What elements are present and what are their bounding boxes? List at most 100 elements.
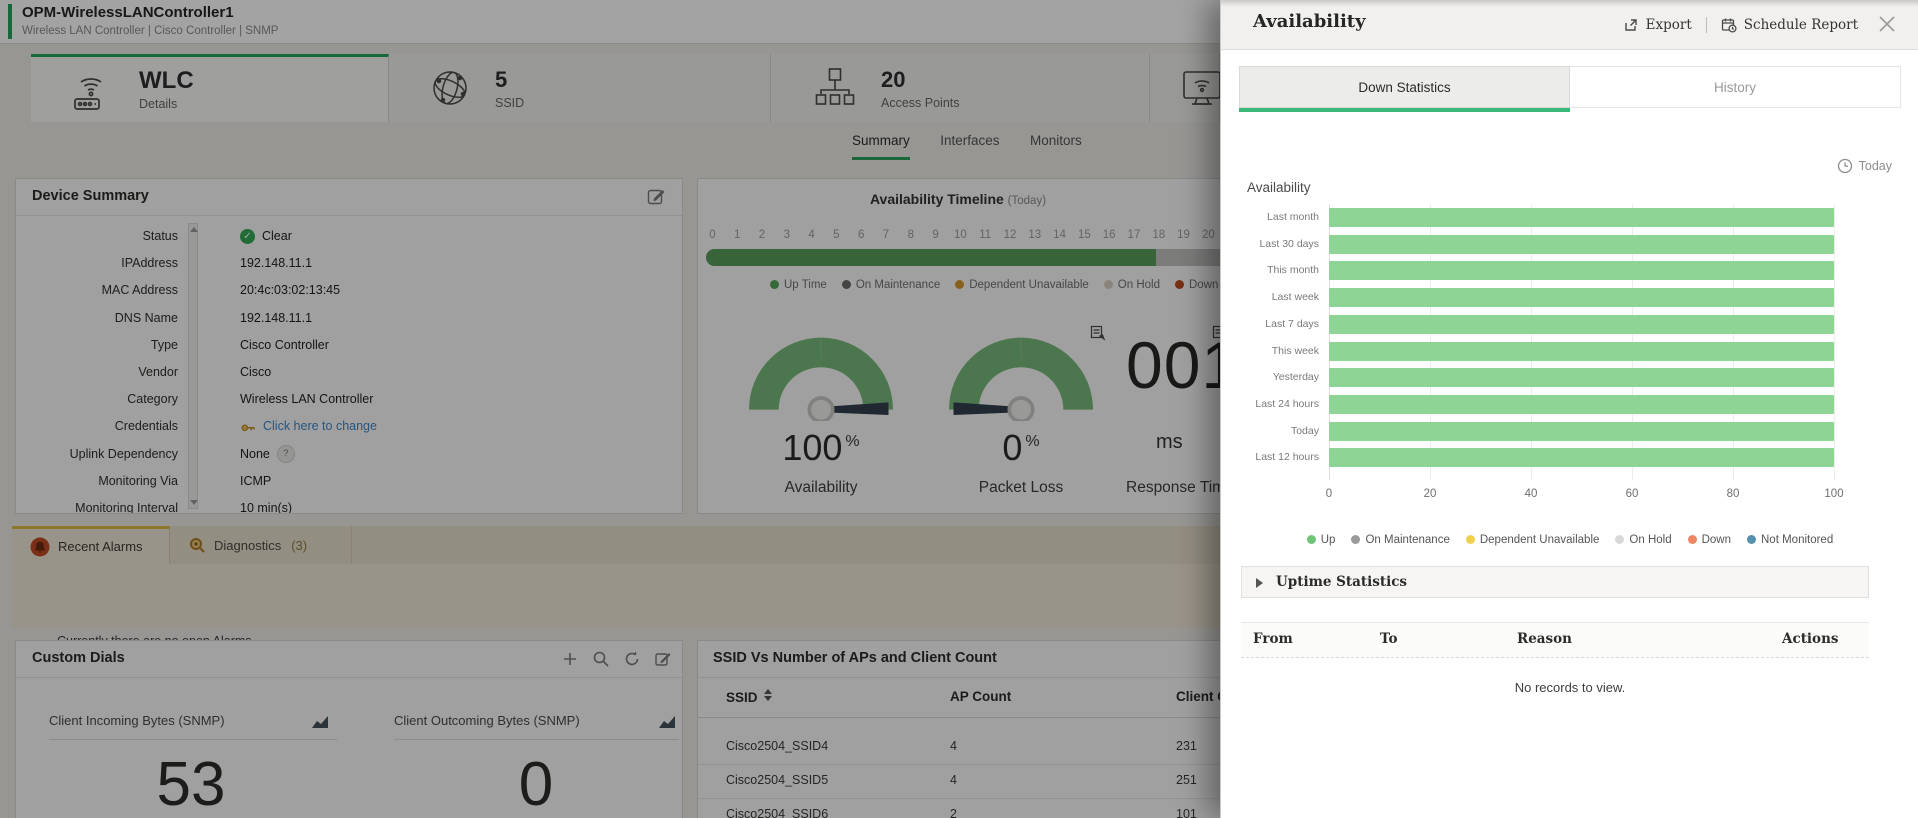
availability-bar (1329, 208, 1834, 227)
tab-down-statistics[interactable]: Down Statistics (1239, 66, 1570, 108)
scroll-up-icon[interactable] (190, 227, 198, 232)
legend-dot (1175, 280, 1184, 289)
chart-row: Today (1221, 418, 1918, 445)
legend-dot (1307, 535, 1316, 544)
device-tab-value: 20 (881, 67, 960, 93)
scroll-down-icon[interactable] (190, 500, 198, 505)
table-cell: Cisco2504_SSID5 (726, 773, 828, 787)
device-tab-wlc-details[interactable]: WLC Details (31, 54, 389, 122)
device-summary-row: VendorCisco (16, 359, 682, 386)
x-tick-label: 60 (1612, 488, 1652, 500)
field-label: Status (16, 223, 178, 250)
legend-dot (1466, 535, 1475, 544)
legend-dot (1747, 535, 1756, 544)
column-ssid[interactable]: SSID (726, 689, 772, 705)
tab-monitors[interactable]: Monitors (1030, 133, 1082, 157)
device-snapshot-page: OPM-WirelessLANController1 Wireless LAN … (0, 0, 1220, 818)
export-button[interactable]: Export (1623, 17, 1692, 33)
clock-icon (1837, 158, 1853, 174)
field-value: Cisco Controller (240, 332, 329, 359)
legend-label: Not Monitored (1761, 534, 1833, 546)
legend-dot (1351, 535, 1360, 544)
device-summary-row: MAC Address20:4c:03:02:13:45 (16, 277, 682, 304)
availability-bar (1329, 368, 1834, 387)
device-summary-header: Device Summary (16, 179, 682, 216)
device-tab-value: WLC (139, 68, 194, 94)
column-header: To (1380, 631, 1398, 647)
legend-label: On Maintenance (856, 279, 940, 291)
edit-dial-icon[interactable] (654, 650, 672, 668)
search-icon[interactable] (592, 650, 610, 668)
device-summary-title: Device Summary (32, 188, 149, 204)
schedule-report-button[interactable]: Schedule Report (1721, 17, 1858, 33)
field-label: Monitoring Via (16, 468, 178, 495)
device-tab-value: 5 (495, 67, 524, 93)
legend-item: On Hold (1615, 534, 1671, 546)
field-label: Uplink Dependency (16, 441, 178, 468)
field-value: ✓Clear (240, 223, 292, 250)
dial-label: Client Outcoming Bytes (SNMP) (394, 713, 580, 728)
column-ap-count: AP Count (950, 689, 1011, 704)
field-value: Wireless LAN Controller (240, 386, 373, 413)
timeline-hour-label: 2 (750, 229, 775, 241)
legend-item: Up (1307, 534, 1336, 546)
timeline-hour-label: 17 (1122, 229, 1147, 241)
device-summary-row: Status ✓Clear (16, 223, 682, 250)
period-selector[interactable]: Today (1837, 158, 1892, 174)
help-badge[interactable]: ? (277, 445, 295, 463)
timeline-bar (706, 249, 1220, 266)
chart-row: Yesterday (1221, 364, 1918, 391)
legend-item: Up Time (770, 279, 827, 291)
uptime-statistics-expander[interactable]: Uptime Statistics (1241, 566, 1869, 598)
table-cell: 2 (950, 807, 957, 818)
close-icon[interactable] (1878, 15, 1896, 33)
legend-dot (955, 280, 964, 289)
device-tab-access-points[interactable]: 20 Access Points (771, 54, 1150, 122)
custom-dials-title: Custom Dials (32, 650, 125, 666)
summary-nav-tabs: Summary Interfaces Monitors (852, 132, 1108, 162)
chart-row: This week (1221, 338, 1918, 365)
device-summary-scrollbar[interactable] (188, 223, 198, 509)
device-summary-row: Monitoring Interval10 min(s) (16, 495, 682, 514)
edit-icon[interactable] (647, 187, 666, 206)
tab-diagnostics[interactable]: Diagnostics (3) (170, 526, 352, 564)
device-summary-card: Device Summary Status✓ClearIPAddress192.… (15, 178, 683, 514)
response-time-unit: ms (1156, 431, 1183, 454)
timeline-hours: 01234567891011121314151617181920212223 (700, 229, 1220, 241)
device-header: OPM-WirelessLANController1 Wireless LAN … (0, 0, 1220, 44)
field-value: ICMP (240, 468, 271, 495)
category-label: Yesterday (1221, 364, 1319, 391)
timeline-hour-label: 3 (774, 229, 799, 241)
dial-divider (49, 739, 337, 740)
legend-dot (1688, 535, 1697, 544)
legend-dot (842, 280, 851, 289)
key-icon (240, 419, 256, 435)
device-tab-clients[interactable] (1150, 54, 1220, 122)
refresh-icon[interactable] (623, 650, 641, 668)
column-header: Actions (1782, 631, 1838, 647)
tab-interfaces[interactable]: Interfaces (940, 133, 999, 157)
legend-item: On Maintenance (842, 279, 940, 291)
dial-divider (394, 739, 679, 740)
field-label: DNS Name (16, 305, 178, 332)
tab-summary[interactable]: Summary (852, 133, 910, 160)
mini-chart-icon[interactable] (657, 713, 677, 730)
status-accent-bar (8, 4, 12, 39)
add-dial-icon[interactable] (561, 650, 579, 668)
wireless-controller-icon (67, 66, 115, 114)
device-tab-ssid[interactable]: 5 SSID (389, 54, 771, 122)
category-label: This month (1221, 257, 1319, 284)
field-value: 192.148.11.1 (240, 305, 312, 332)
x-tick-label: 40 (1511, 488, 1551, 500)
credentials-change-link[interactable]: Click here to change (240, 413, 377, 440)
availability-bar-chart: 020406080100Last monthLast 30 daysThis m… (1221, 204, 1918, 504)
x-tick-label: 0 (1309, 488, 1349, 500)
chart-legend: UpOn MaintenanceDependent UnavailableOn … (1221, 534, 1918, 546)
device-tab-label: SSID (495, 96, 524, 110)
timeline-hour-label: 13 (1022, 229, 1047, 241)
tab-recent-alarms[interactable]: Recent Alarms (12, 526, 170, 564)
device-tab-label: Access Points (881, 96, 960, 110)
device-summary-row: CategoryWireless LAN Controller (16, 386, 682, 413)
mini-chart-icon[interactable] (310, 713, 330, 730)
tab-history[interactable]: History (1570, 66, 1901, 108)
